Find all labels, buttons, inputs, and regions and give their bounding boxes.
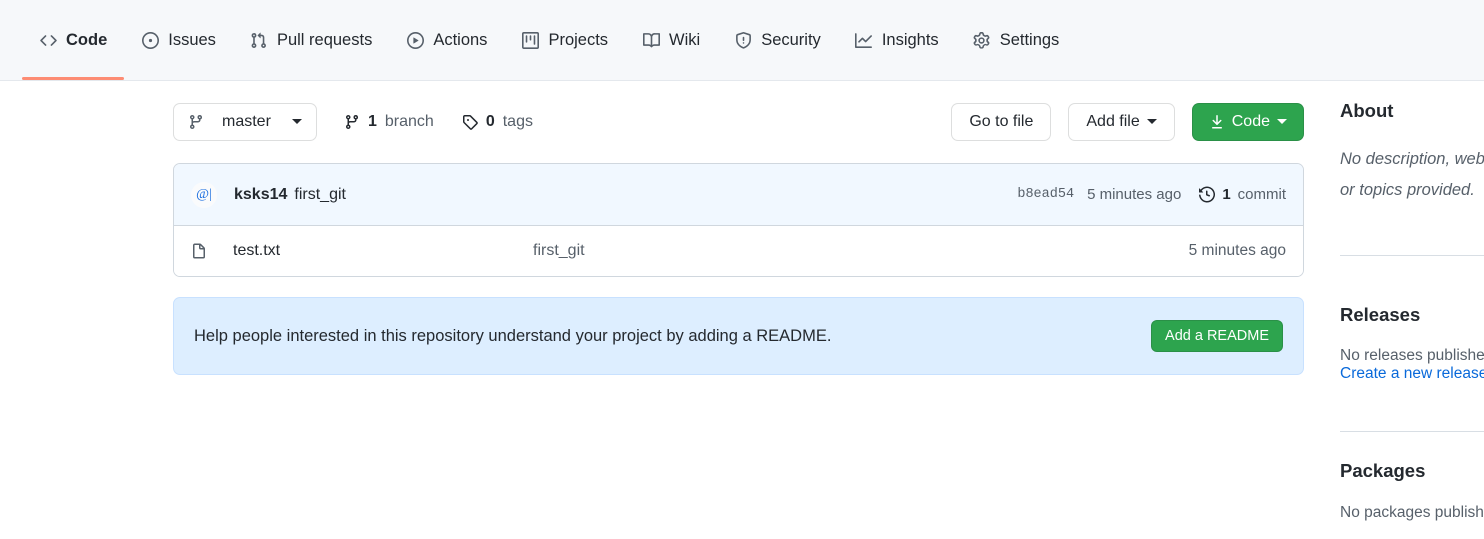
tab-pull-requests-label: Pull requests — [276, 30, 373, 49]
tab-insights-label: Insights — [881, 30, 939, 49]
git-branch-icon — [344, 114, 360, 130]
commits-label: commit — [1237, 186, 1286, 203]
sidebar-section-packages: Packages No packages published — [1340, 460, 1484, 522]
shield-icon — [734, 31, 752, 49]
tab-actions-label: Actions — [433, 30, 488, 49]
repo-file-list: @| ksks14 first_git b8ead54 5 minutes ag… — [173, 163, 1304, 277]
tab-code-label: Code — [66, 30, 108, 49]
tags-count: 0 — [485, 112, 495, 130]
add-readme-text: Help people interested in this repositor… — [194, 326, 832, 345]
avatar[interactable]: @| — [191, 181, 217, 208]
branch-name-label: master — [222, 112, 271, 130]
tab-wiki-label: Wiki — [669, 30, 701, 49]
sidebar-section-about: About No description, website, or topics… — [1340, 100, 1484, 206]
code-icon — [39, 31, 57, 49]
repo-main-column: master 1 branch 0 tags Go to file Add fi… — [173, 100, 1304, 375]
repo-toolbar-actions: Go to file Add file Code — [951, 100, 1304, 143]
tab-security-label: Security — [761, 30, 821, 49]
commit-meta: b8ead54 5 minutes ago 1 commit — [1017, 186, 1286, 203]
github-repo-page: Code Issues Pull requests Actions Projec… — [0, 0, 1484, 539]
about-description: No description, website, or topics provi… — [1340, 150, 1484, 199]
branches-label: branch — [384, 112, 434, 130]
file-commit-message[interactable]: first_git — [533, 242, 585, 260]
file-name-link[interactable]: test.txt — [233, 242, 533, 260]
add-readme-callout: Help people interested in this repositor… — [173, 297, 1304, 375]
branch-selector-button[interactable]: master — [173, 102, 317, 141]
tab-projects[interactable]: Projects — [504, 0, 625, 80]
git-pull-request-icon — [250, 31, 268, 49]
download-icon — [1209, 114, 1225, 130]
tab-pull-requests[interactable]: Pull requests — [233, 0, 389, 80]
releases-heading: Releases — [1340, 304, 1421, 325]
issue-opened-icon — [141, 31, 159, 49]
add-file-label: Add file — [1086, 112, 1140, 130]
gear-icon — [973, 31, 991, 49]
sidebar-divider — [1340, 431, 1484, 432]
tab-settings-label: Settings — [999, 30, 1060, 49]
branches-count: 1 — [368, 112, 377, 130]
latest-commit-row: @| ksks14 first_git b8ead54 5 minutes ag… — [174, 164, 1303, 226]
tab-wiki[interactable]: Wiki — [625, 0, 717, 80]
repo-file-toolbar: master 1 branch 0 tags Go to file Add fi… — [173, 100, 1304, 143]
commit-history-link[interactable]: 1 commit — [1199, 186, 1286, 203]
play-icon — [406, 31, 424, 49]
create-release-link[interactable]: Create a new release — [1340, 365, 1484, 382]
project-icon — [521, 31, 539, 49]
tab-issues-label: Issues — [168, 30, 216, 49]
git-branch-icon — [188, 114, 204, 130]
graph-icon — [855, 31, 873, 49]
code-button-label: Code — [1231, 112, 1270, 130]
tags-label: tags — [502, 112, 533, 130]
code-download-button[interactable]: Code — [1191, 102, 1304, 141]
repo-nav-bar: Code Issues Pull requests Actions Projec… — [0, 0, 1484, 81]
releases-empty-text: No releases published — [1340, 347, 1484, 364]
add-readme-button[interactable]: Add a README — [1151, 320, 1283, 352]
repo-nav-list: Code Issues Pull requests Actions Projec… — [22, 0, 1076, 80]
chevron-down-icon — [1146, 119, 1157, 124]
history-icon — [1199, 186, 1216, 203]
commit-sha-link[interactable]: b8ead54 — [1017, 187, 1074, 202]
add-file-button[interactable]: Add file — [1068, 102, 1175, 141]
tab-code[interactable]: Code — [22, 0, 125, 80]
about-heading: About — [1340, 100, 1394, 121]
commit-relative-time: 5 minutes ago — [1087, 186, 1182, 203]
chevron-down-icon — [1277, 119, 1287, 124]
packages-heading: Packages — [1340, 460, 1426, 481]
commit-author-link[interactable]: ksks14 — [234, 186, 287, 204]
repo-sidebar: About No description, website, or topics… — [1340, 100, 1484, 521]
branches-link[interactable]: 1 branch — [344, 113, 434, 131]
file-relative-time: 5 minutes ago — [1188, 242, 1286, 259]
sidebar-divider — [1340, 255, 1484, 256]
packages-empty-text: No packages published — [1340, 504, 1484, 521]
tab-security[interactable]: Security — [717, 0, 838, 80]
chevron-down-icon — [292, 119, 302, 124]
tab-issues[interactable]: Issues — [124, 0, 233, 80]
tab-settings[interactable]: Settings — [956, 0, 1077, 80]
sidebar-section-releases: Releases No releases published Create a … — [1340, 304, 1484, 383]
tab-insights[interactable]: Insights — [838, 0, 956, 80]
tags-link[interactable]: 0 tags — [462, 113, 533, 131]
commit-message-link[interactable]: first_git — [294, 186, 346, 204]
commits-count: 1 — [1222, 186, 1231, 203]
table-row[interactable]: test.txt first_git 5 minutes ago — [174, 226, 1303, 276]
go-to-file-button[interactable]: Go to file — [951, 102, 1052, 141]
file-icon — [191, 243, 207, 259]
tab-actions[interactable]: Actions — [389, 0, 504, 80]
tab-projects-label: Projects — [548, 30, 609, 49]
book-icon — [642, 31, 660, 49]
repo-meta-links: 1 branch 0 tags — [344, 113, 533, 131]
tag-icon — [462, 114, 478, 130]
